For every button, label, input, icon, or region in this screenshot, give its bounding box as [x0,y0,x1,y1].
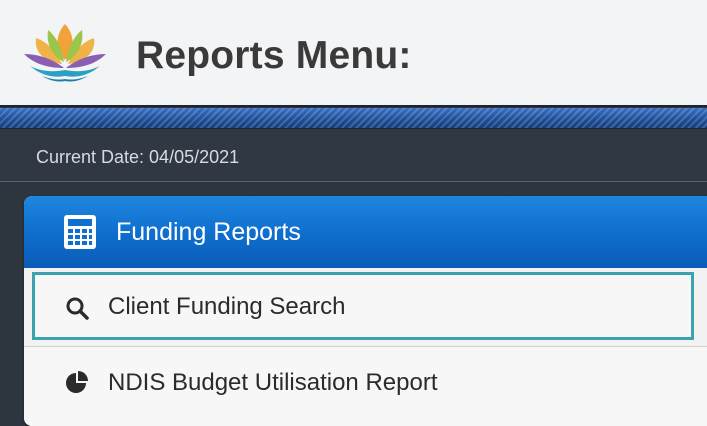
page-title: Reports Menu: [136,34,412,77]
menu-item-client-funding-search[interactable]: Client Funding Search [32,272,694,340]
decorative-stripe [0,108,707,128]
funding-reports-panel: Funding Reports Client Funding Search ND… [24,196,707,426]
menu-item-label: Client Funding Search [108,293,346,320]
calculator-icon [64,215,96,249]
app-header: Reports Menu: [0,0,707,107]
lotus-logo-icon [24,24,106,82]
panel-title: Funding Reports [116,218,301,246]
search-icon [66,297,89,320]
panel-header[interactable]: Funding Reports [24,196,707,268]
date-bar: Current Date: 04/05/2021 [0,128,707,182]
current-date-text: Current Date: 04/05/2021 [36,147,240,167]
menu-item-label: NDIS Budget Utilisation Report [108,369,438,396]
menu-item-ndis-budget-utilisation-report[interactable]: NDIS Budget Utilisation Report [24,346,707,426]
pie-chart-icon [66,371,88,393]
